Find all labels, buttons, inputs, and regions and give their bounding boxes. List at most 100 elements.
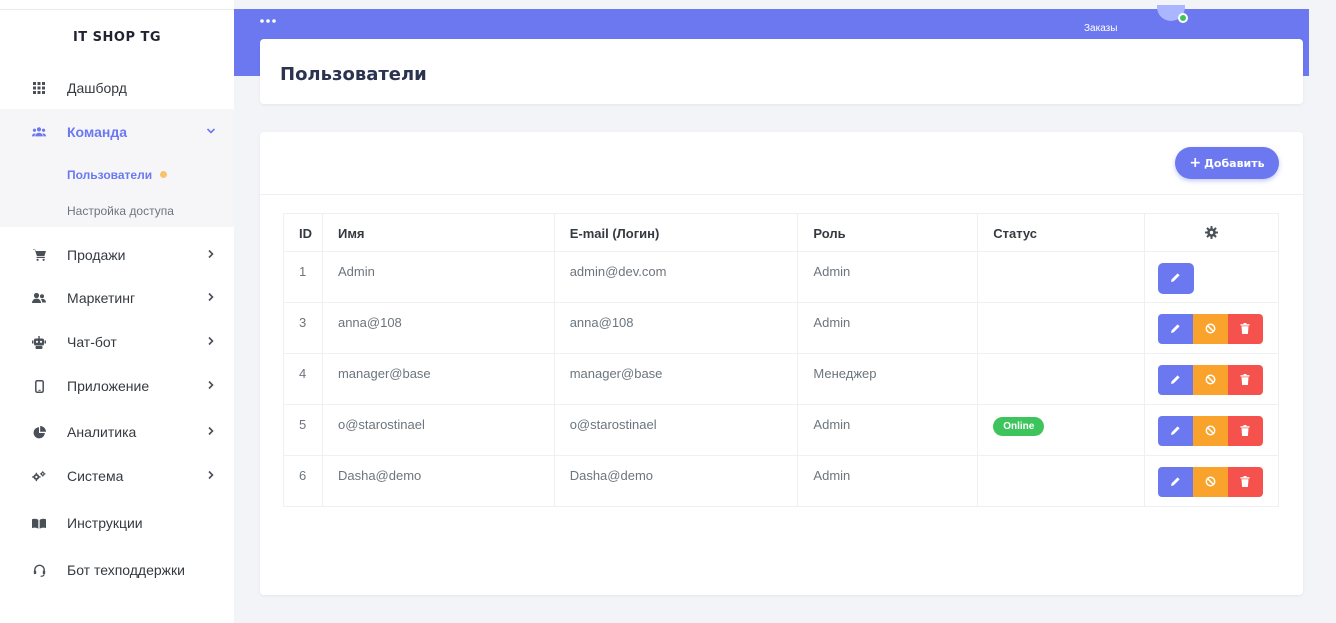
column-header-status[interactable]: Статус (977, 213, 1145, 252)
cell-actions (1143, 251, 1280, 303)
ban-icon (1205, 373, 1216, 388)
status-badge: Online (993, 417, 1045, 436)
delete-button[interactable] (1227, 314, 1263, 344)
sidebar-subitem-access-settings[interactable]: Настройка доступа (67, 204, 174, 218)
users-icon (32, 291, 46, 305)
sidebar-item-dashboard[interactable]: Дашборд (0, 68, 234, 108)
ban-icon (1205, 475, 1216, 490)
cell-name: Admin (321, 251, 555, 303)
cell-id: 4 (283, 353, 323, 405)
pencil-icon (1170, 373, 1181, 388)
chevron-right-icon (206, 334, 216, 348)
cell-actions (1143, 353, 1280, 405)
sidebar-item-chatbot[interactable]: Чат-бот (0, 322, 234, 362)
orders-link[interactable]: Заказы (1084, 23, 1117, 34)
delete-button[interactable] (1227, 365, 1263, 395)
pencil-icon (1170, 271, 1181, 286)
cell-id: 5 (283, 404, 323, 456)
cell-name: o@starostinael (321, 404, 555, 456)
sidebar-item-analytics[interactable]: Аналитика (0, 412, 234, 452)
table-row[interactable]: 1 Admin admin@dev.com Admin (283, 251, 1280, 303)
row-actions (1157, 314, 1278, 344)
sidebar-item-label: Инструкции (67, 515, 143, 531)
column-header-actions (1143, 213, 1280, 252)
table-row[interactable]: 6 Dasha@demo Dasha@demo Admin (283, 455, 1280, 507)
cart-icon (32, 248, 46, 262)
cell-id: 1 (283, 251, 323, 303)
cell-actions (1143, 455, 1280, 507)
sidebar-item-app[interactable]: Приложение (0, 366, 234, 406)
cell-role: Admin (797, 404, 979, 456)
table-header-row: ID Имя E-mail (Логин) Роль Статус (283, 213, 1280, 252)
cell-role: Admin (797, 251, 979, 303)
cell-name: manager@base (321, 353, 555, 405)
cell-name: Dasha@demo (321, 455, 555, 507)
add-user-button[interactable]: + Добавить (1175, 147, 1279, 179)
cell-role: Admin (797, 455, 979, 507)
brand-logo[interactable]: IT SHOP TG (0, 30, 234, 45)
card-divider (260, 194, 1303, 195)
gear-icon[interactable] (1204, 226, 1218, 242)
chevron-right-icon (206, 247, 216, 261)
column-header-role[interactable]: Роль (797, 213, 979, 252)
add-user-label: Добавить (1204, 156, 1265, 170)
cell-role: Менеджер (797, 353, 979, 405)
cell-email: anna@108 (553, 302, 799, 354)
chevron-right-icon (206, 424, 216, 438)
edit-button[interactable] (1157, 467, 1193, 497)
table-row[interactable]: 4 manager@base manager@base Менеджер (283, 353, 1280, 405)
sidebar-item-label: Система (67, 468, 124, 484)
column-header-id[interactable]: ID (283, 213, 323, 252)
more-dots-icon[interactable] (260, 11, 276, 29)
table-row[interactable]: 5 o@starostinael o@starostinael Admin On… (283, 404, 1280, 456)
cell-email: o@starostinael (553, 404, 799, 456)
chevron-right-icon (206, 468, 216, 482)
block-button[interactable] (1192, 314, 1228, 344)
trash-icon (1240, 424, 1250, 439)
edit-button[interactable] (1157, 365, 1193, 395)
cell-status (977, 251, 1145, 303)
column-header-name[interactable]: Имя (321, 213, 555, 252)
sidebar-item-instructions[interactable]: Инструкции (0, 503, 234, 543)
online-status-indicator (1178, 13, 1188, 23)
sidebar-item-support-bot[interactable]: Бот техподдержки (0, 550, 234, 590)
block-button[interactable] (1192, 416, 1228, 446)
edit-button[interactable] (1157, 416, 1193, 446)
plus-icon: + (1189, 155, 1202, 171)
row-actions (1157, 467, 1278, 497)
cell-id: 6 (283, 455, 323, 507)
chevron-down-icon (206, 124, 216, 138)
row-actions (1157, 365, 1278, 395)
cell-status (977, 302, 1145, 354)
sidebar-item-marketing[interactable]: Маркетинг (0, 278, 234, 318)
edit-button[interactable] (1157, 263, 1194, 294)
column-header-email[interactable]: E-mail (Логин) (553, 213, 799, 252)
edit-button[interactable] (1157, 314, 1193, 344)
cell-email: Dasha@demo (553, 455, 799, 507)
active-indicator-dot (160, 171, 168, 179)
cell-actions (1143, 404, 1280, 456)
row-actions (1157, 416, 1278, 446)
sidebar-item-label: Аналитика (67, 424, 137, 440)
table-row[interactable]: 3 anna@108 anna@108 Admin (283, 302, 1280, 354)
cell-id: 3 (283, 302, 323, 354)
block-button[interactable] (1192, 365, 1228, 395)
cell-role: Admin (797, 302, 979, 354)
cell-status (977, 353, 1145, 405)
sidebar-subitem-users[interactable]: Пользователи (67, 168, 168, 182)
trash-icon (1240, 373, 1250, 388)
users-card: + Добавить ID Имя E-mail (Логин) Роль Ста… (260, 132, 1303, 595)
trash-icon (1240, 322, 1250, 337)
sidebar-item-system[interactable]: Система (0, 456, 234, 496)
robot-icon (32, 335, 46, 349)
block-button[interactable] (1192, 467, 1228, 497)
chevron-right-icon (206, 378, 216, 392)
sidebar-item-sales[interactable]: Продажи (0, 235, 234, 275)
cell-email: admin@dev.com (553, 251, 799, 303)
sidebar-divider (0, 9, 234, 10)
pencil-icon (1170, 475, 1181, 490)
delete-button[interactable] (1227, 467, 1263, 497)
page-title: Пользователи (280, 64, 427, 85)
sidebar-item-team[interactable]: Команда (0, 112, 234, 152)
delete-button[interactable] (1227, 416, 1263, 446)
